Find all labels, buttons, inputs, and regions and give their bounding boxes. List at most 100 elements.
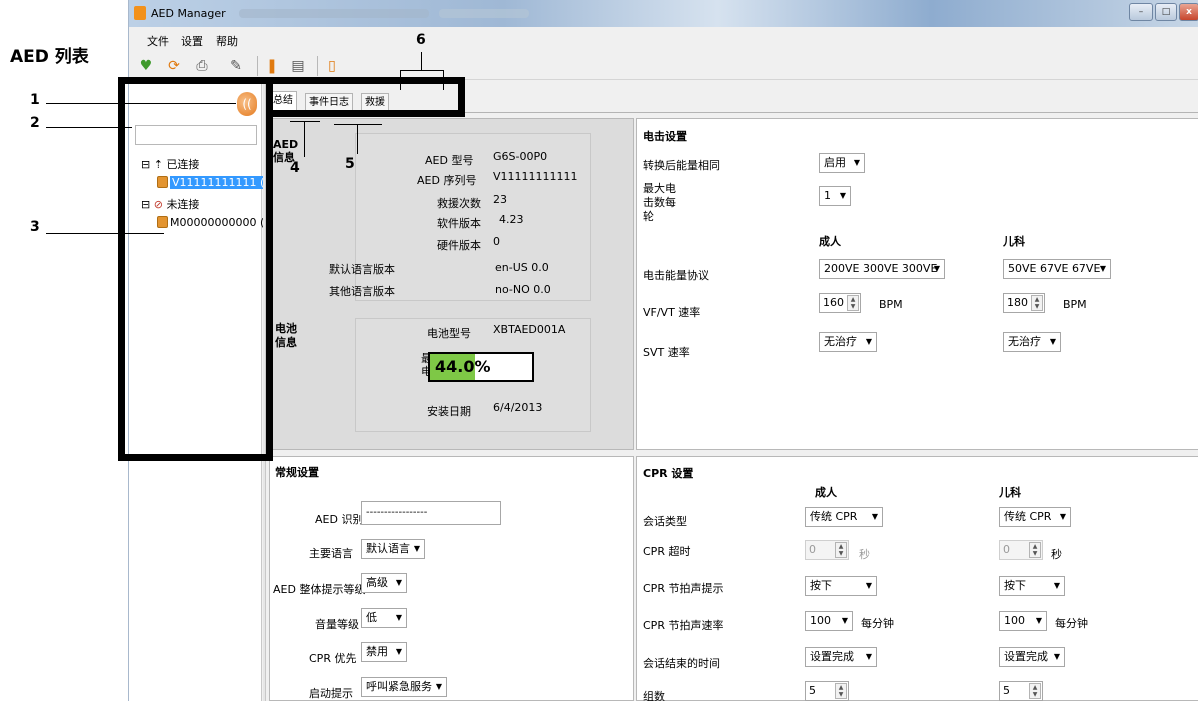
select-value: 禁用 [366, 645, 388, 658]
chevron-down-icon: ▼ [865, 581, 872, 590]
tab-event-log[interactable]: 事件日志 [305, 93, 353, 113]
select-value: 低 [366, 611, 377, 624]
volume-select[interactable]: 低 ▼ [361, 608, 407, 628]
device-icon[interactable]: ❚ [263, 57, 281, 75]
software-label: 软件版本 [437, 217, 481, 230]
svt-adult-select[interactable]: 无治疗 ▼ [819, 332, 877, 352]
cpr-settings-header: CPR 设置 [643, 467, 694, 480]
menu-file[interactable]: 文件 [147, 33, 169, 49]
spinner-arrows-icon[interactable]: ▲ ▼ [847, 295, 859, 311]
refresh-icon[interactable]: ⟳ [165, 57, 183, 75]
spinner-value: 180 [1007, 296, 1028, 309]
language-select[interactable]: 默认语言 ▼ [361, 539, 425, 559]
select-value: 1 [824, 189, 831, 202]
device-icon [157, 176, 168, 188]
install-date-value: 6/4/2013 [493, 401, 543, 414]
chevron-down-icon: ▼ [435, 682, 442, 691]
select-value: 按下 [1004, 579, 1026, 592]
sets-adult-spinner[interactable]: 5 ▲ ▼ [805, 681, 849, 701]
cpr-timeout-child-spinner[interactable]: 0 ▲ ▼ [999, 540, 1043, 560]
print-icon[interactable]: ▤ [289, 57, 307, 75]
session-type-label: 会话类型 [643, 515, 687, 528]
prompt-level-select[interactable]: 高级 ▼ [361, 573, 407, 593]
chevron-down-icon: ▼ [395, 578, 402, 587]
maximize-button[interactable]: □ [1155, 3, 1177, 21]
cpr-rate-label: CPR 节拍声速率 [643, 619, 724, 632]
protocol-adult-select[interactable]: 200VE 300VE 300VE ▼ [819, 259, 945, 279]
cpr-rate-adult-select[interactable]: 100 ▼ [805, 611, 853, 631]
max-shocks-select[interactable]: 1 ▼ [819, 186, 851, 206]
sets-label: 组数 [643, 690, 665, 701]
spinner-arrows-icon[interactable]: ▲ ▼ [1029, 683, 1041, 699]
callout-1: 1 [30, 92, 40, 108]
spinner-arrows-icon[interactable]: ▲ ▼ [1031, 295, 1043, 311]
startup-select[interactable]: 呼叫紧急服务 ▼ [361, 677, 447, 697]
tree-connected-device[interactable]: V11111111111 (--- [157, 176, 279, 189]
sets-child-spinner[interactable]: 5 ▲ ▼ [999, 681, 1043, 701]
callout-bracket [443, 70, 444, 90]
session-type-child-select[interactable]: 传统 CPR ▼ [999, 507, 1071, 527]
connect-icon[interactable]: ♥ [137, 57, 155, 75]
metronome-adult-select[interactable]: 按下 ▼ [805, 576, 877, 596]
cpr-timeout-adult-spinner[interactable]: 0 ▲ ▼ [805, 540, 849, 560]
report-icon[interactable]: ✎ [227, 57, 245, 75]
select-value: 呼叫紧急服务 [366, 680, 432, 693]
protocol-label: 电击能量协议 [643, 269, 709, 282]
install-date-label: 安装日期 [427, 405, 471, 418]
select-value: 启用 [824, 156, 846, 169]
splitter[interactable] [263, 84, 266, 701]
menu-settings[interactable]: 设置 [181, 33, 203, 49]
minimize-button[interactable]: – [1129, 3, 1153, 21]
aed-serial-value: V11111111111 [493, 170, 578, 183]
callout-5: 5 [345, 156, 355, 172]
tree-connected-label: 已连接 [166, 158, 200, 171]
end-time-adult-select[interactable]: 设置完成 ▼ [805, 647, 877, 667]
vfvt-adult-spinner[interactable]: 160 ▲ ▼ [819, 293, 861, 313]
callout-line [46, 233, 164, 234]
end-time-child-select[interactable]: 设置完成 ▼ [999, 647, 1065, 667]
select-value: 传统 CPR [810, 510, 858, 523]
close-button[interactable]: x [1179, 3, 1198, 21]
tab-rescue[interactable]: 救援 [361, 93, 389, 113]
spinner-arrows-icon[interactable]: ▲ ▼ [1029, 542, 1041, 558]
cpr-first-select[interactable]: 禁用 ▼ [361, 642, 407, 662]
aed-id-input[interactable]: ----------------- [361, 501, 501, 525]
aed-model-value: G6S-00P0 [493, 150, 548, 163]
callout-bracket [421, 52, 422, 70]
svt-child-select[interactable]: 无治疗 ▼ [1003, 332, 1061, 352]
callout-bracket [334, 124, 382, 125]
chevron-down-icon: ▼ [1053, 652, 1060, 661]
startup-label: 启动提示 [309, 687, 353, 700]
max-shocks-label: 最大电击数每轮 [643, 182, 676, 223]
battery-model-label: 电池型号 [427, 327, 471, 340]
session-type-adult-select[interactable]: 传统 CPR ▼ [805, 507, 883, 527]
battery-icon[interactable]: ▯ [323, 57, 341, 75]
tab-summary[interactable]: 总结 [269, 91, 297, 113]
tab-strip [266, 91, 1198, 113]
callout-3: 3 [30, 219, 40, 235]
protocol-child-select[interactable]: 50VE 67VE 67VE ▼ [1003, 259, 1111, 279]
callout-bracket [400, 70, 401, 90]
spinner-arrows-icon[interactable]: ▲ ▼ [835, 683, 847, 699]
tree-disconnected-device[interactable]: M00000000000 (--- [157, 216, 276, 229]
spinner-arrows-icon[interactable]: ▲ ▼ [835, 542, 847, 558]
metronome-child-select[interactable]: 按下 ▼ [999, 576, 1065, 596]
energy-convert-label: 转换后能量相同 [643, 159, 720, 172]
tree-disconnected-group[interactable]: ⊟ ⊘ 未连接 [141, 196, 199, 212]
tree-connected-group[interactable]: ⊟ ⇡ 已连接 [141, 156, 199, 172]
energy-convert-select[interactable]: 启用 ▼ [819, 153, 865, 173]
window-title: AED Manager [151, 7, 226, 20]
export-icon[interactable]: ⎙ [193, 57, 211, 75]
connect-device-icon[interactable]: (( [237, 92, 257, 116]
chevron-down-icon: ▼ [395, 647, 402, 656]
chevron-down-icon: ▼ [865, 652, 872, 661]
vfvt-child-spinner[interactable]: 180 ▲ ▼ [1003, 293, 1045, 313]
cpr-rate-child-select[interactable]: 100 ▼ [999, 611, 1047, 631]
search-input[interactable] [135, 125, 257, 145]
cpr-timeout-label: CPR 超时 [643, 545, 691, 558]
callout-bracket [304, 121, 305, 157]
toolbar-separator [317, 56, 318, 76]
callout-6: 6 [416, 32, 426, 48]
menu-help[interactable]: 帮助 [216, 33, 238, 49]
title-blur [439, 9, 529, 18]
